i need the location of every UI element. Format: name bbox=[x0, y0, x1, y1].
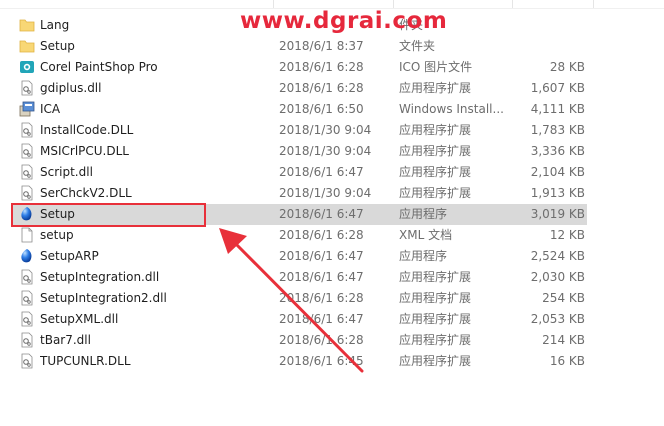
annotation-arrow-shaft bbox=[228, 236, 364, 373]
annotation-arrow bbox=[219, 228, 364, 373]
